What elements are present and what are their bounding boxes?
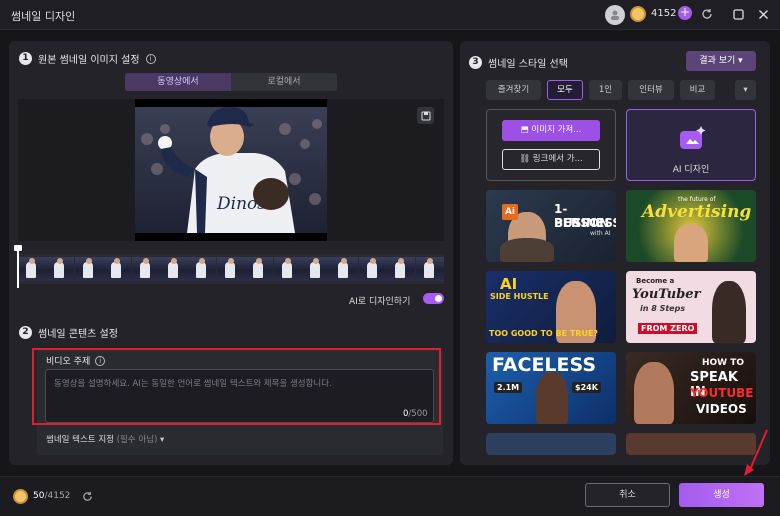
video-timeline[interactable] [18,254,444,284]
save-icon[interactable] [417,107,434,124]
chevron-down-icon: ▾ [160,435,165,445]
ai-design-card-label: AI 디자인 [672,165,710,175]
view-results-button[interactable]: 결과 보기 ▾ [686,51,756,71]
thumbnail-design-window: 썸네일 디자인 4152 + 1 원본 썸네일 이미지 설정 i 동영상에서 로… [0,0,780,516]
timeline-frame [216,257,245,281]
timeline-frame [273,257,302,281]
timeline-frame [46,257,75,281]
refresh-icon[interactable] [700,7,714,21]
avatar-icon [611,10,619,20]
section3-title: 썸네일 스타일 선택 [488,59,568,70]
more-filters-icon[interactable]: ▾ [735,80,756,100]
style-thumb-become-youtuber[interactable]: Become a YouTuber in 8 Steps FROM ZERO [626,271,756,343]
style-thumb-1-person-business[interactable]: Ai 1-PERSON BUSINESS with AI [486,190,616,262]
ai-design-card[interactable]: AI 디자인 [626,109,756,181]
coin-icon [630,6,646,22]
ai-image-icon [680,126,706,149]
style-thumb-advertising[interactable]: the future of Advertising [626,190,756,262]
source-toggle: 동영상에서 로컬에서 [125,73,337,91]
step-number: 3 [469,56,482,69]
highlight-box [32,348,441,425]
section3-header: 3 썸네일 스타일 선택 [469,55,568,70]
timeline-frame [188,257,217,281]
maximize-icon[interactable] [731,7,745,21]
timeline-frame [387,257,416,281]
timeline-frame [74,257,103,281]
ai-design-toggle[interactable] [423,293,444,304]
tab-from-video[interactable]: 동영상에서 [125,73,231,91]
cancel-button[interactable]: 취소 [585,483,670,507]
section1-title: 원본 썸네일 이미지 설정 [38,55,140,66]
filter-compare[interactable]: 비교 [680,80,715,100]
info-icon[interactable]: i [145,53,156,64]
thumbnail-text-option[interactable]: 썸네일 텍스트 지정 (필수 아님) ▾ [46,433,164,445]
timeline-frame [415,257,444,281]
window-title: 썸네일 디자인 [11,10,76,23]
style-thumb-ai-side-hustle[interactable]: AI SIDE HUSTLE TOO GOOD TO BE TRUE? [486,271,616,343]
section2-header: 2 썸네일 콘텐츠 설정 [19,325,118,340]
tab-from-local[interactable]: 로컬에서 [231,73,337,91]
step-number: 2 [19,326,32,339]
coin-icon [13,489,28,504]
credits-count: 4152 [651,8,677,19]
preview-image: Dinos [135,99,327,241]
filter-interview[interactable]: 인터뷰 [628,80,674,100]
filter-all[interactable]: 모두 [547,80,583,100]
timeline-frame [160,257,188,281]
red-arrow-annotation [744,429,768,476]
import-image-button[interactable]: ⬒ 이미지 가져... [502,120,600,141]
playhead-handle[interactable] [14,245,22,288]
timeline-frame [103,257,132,281]
style-thumb-speak-youtube[interactable]: HOW TO SPEAK IN YOUTUBE VIDEOS [626,352,756,424]
filter-one-person[interactable]: 1인 [589,80,622,100]
style-thumb-partial-1[interactable] [486,433,616,455]
section2-title: 썸네일 콘텐츠 설정 [38,329,118,340]
add-credits-button[interactable]: + [678,6,692,20]
refresh-icon[interactable] [80,489,94,503]
close-icon[interactable] [756,7,770,21]
style-thumb-partial-2[interactable] [626,433,756,455]
title-bar: 썸네일 디자인 4152 + [0,0,780,30]
ai-design-label: AI로 디자인하기 [349,297,411,307]
avatar[interactable] [605,5,625,25]
timeline-frame [18,257,46,281]
step-number: 1 [19,52,32,65]
filter-favorites[interactable]: 즐겨찾기 [486,80,541,100]
import-link-button[interactable]: ⛓ 링크에서 가... [502,149,600,170]
timeline-frame [131,257,160,281]
section1-header: 1 원본 썸네일 이미지 설정 i [19,51,156,66]
timeline-frame [358,257,387,281]
timeline-frame [330,257,359,281]
timeline-frame [245,257,274,281]
generate-button[interactable]: 생성 [679,483,764,507]
credit-usage: 50/4152 [33,491,71,501]
timeline-frame [302,257,330,281]
style-thumb-faceless[interactable]: FACELESS 2.1M $24K [486,352,616,424]
